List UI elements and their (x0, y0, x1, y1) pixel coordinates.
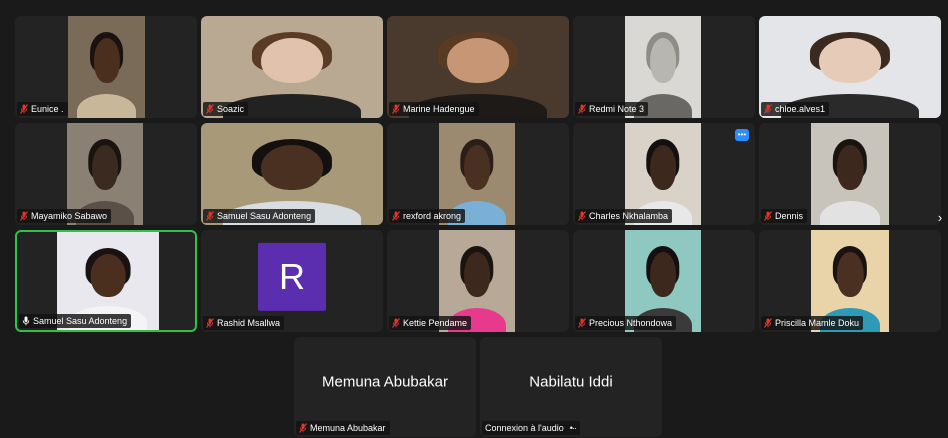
chevron-right-icon: › (937, 209, 943, 225)
participant-name: Marine Hadengue (403, 104, 475, 114)
muted-mic-icon (764, 318, 772, 328)
participant-nametag: chloe.alves1 (761, 102, 830, 116)
participant-nametag: Dennis (761, 209, 808, 223)
participant-nametag: rexford akrong (389, 209, 466, 223)
participant-name: Eunice . (31, 104, 64, 114)
muted-mic-icon (578, 211, 586, 221)
mic-icon (22, 316, 30, 326)
participant-tile[interactable]: Memuna Abubakar Memuna Abubakar (294, 337, 476, 437)
participant-name: Memuna Abubakar (310, 423, 386, 433)
participant-video (811, 123, 889, 225)
person-head (447, 38, 509, 84)
participant-name: Soazic (217, 104, 245, 114)
person-head (92, 145, 118, 191)
participant-nametag: Mayamiko Sabawo (17, 209, 112, 223)
participant-nametag: Rashid Msallwa (203, 316, 285, 330)
participant-video (68, 16, 145, 118)
person-head (464, 252, 490, 298)
participant-name: Rashid Msallwa (217, 318, 281, 328)
participant-name: Redmi Note 3 (589, 104, 645, 114)
participant-name: Samuel Sasu Adonteng (217, 211, 312, 221)
participant-nametag: Redmi Note 3 (575, 102, 649, 116)
person-head (261, 38, 323, 84)
participant-name: Precious Nthondowa (589, 318, 673, 328)
muted-mic-icon (299, 423, 307, 433)
person-head (650, 145, 676, 191)
participant-tile[interactable]: Nabilatu Iddi Connexion à l'audio •·· (480, 337, 662, 437)
participant-name: Kettie Pendame (403, 318, 468, 328)
muted-mic-icon (20, 211, 28, 221)
participant-nametag: Samuel Sasu Adonteng (19, 314, 132, 328)
participant-nametag: Marine Hadengue (389, 102, 479, 116)
muted-mic-icon (578, 104, 586, 114)
participant-tile[interactable]: Soazic (201, 16, 383, 118)
muted-mic-icon (206, 318, 214, 328)
participant-nametag: Samuel Sasu Adonteng (203, 209, 316, 223)
participant-name: Connexion à l'audio (485, 423, 564, 433)
participant-nametag: Charles Nkhalamba (575, 209, 673, 223)
connecting-dots-icon: •·· (569, 423, 577, 433)
muted-mic-icon (392, 318, 400, 328)
person-head (93, 38, 120, 84)
video-gallery: Eunice . Soazic Marine Hadengue Redmi Note … (0, 0, 948, 438)
participant-name: Charles Nkhalamba (589, 211, 669, 221)
muted-mic-icon (764, 104, 772, 114)
muted-mic-icon (764, 211, 772, 221)
participant-tile[interactable]: Charles Nkhalamba ••• (573, 123, 755, 225)
muted-mic-icon (20, 104, 28, 114)
person-head (261, 145, 323, 191)
participant-tile[interactable]: chloe.alves1 (759, 16, 941, 118)
muted-mic-icon (392, 104, 400, 114)
participant-nametag: Connexion à l'audio •·· (482, 421, 580, 435)
person-head (836, 252, 864, 298)
participant-tile[interactable]: Precious Nthondowa (573, 230, 755, 332)
participant-name: Dennis (775, 211, 804, 221)
participant-tile[interactable]: Dennis (759, 123, 941, 225)
participant-nametag: Kettie Pendame (389, 316, 472, 330)
participant-name: Samuel Sasu Adonteng (33, 316, 128, 326)
person-head (90, 253, 126, 297)
muted-mic-icon (206, 211, 214, 221)
participant-name: rexford akrong (403, 211, 462, 221)
participant-tile[interactable]: R Rashid Msallwa (201, 230, 383, 332)
next-page-button[interactable]: › (934, 208, 946, 226)
participant-tile[interactable]: Priscilla Mamle Doku (759, 230, 941, 332)
participant-tile[interactable]: Mayamiko Sabawo (15, 123, 197, 225)
muted-mic-icon (392, 211, 400, 221)
participant-nametag: Eunice . (17, 102, 68, 116)
person-head (650, 252, 676, 298)
participant-tile[interactable]: Marine Hadengue (387, 16, 569, 118)
participant-tile[interactable]: Redmi Note 3 (573, 16, 755, 118)
participant-nametag: Precious Nthondowa (575, 316, 677, 330)
participant-name: Priscilla Mamle Doku (775, 318, 860, 328)
participant-tile[interactable]: Samuel Sasu Adonteng (201, 123, 383, 225)
participant-name: Mayamiko Sabawo (31, 211, 108, 221)
participant-tile[interactable]: Eunice . (15, 16, 197, 118)
muted-mic-icon (206, 104, 214, 114)
participant-nametag: Memuna Abubakar (296, 421, 390, 435)
muted-mic-icon (578, 318, 586, 328)
person-head (819, 38, 881, 84)
participant-tile[interactable]: Kettie Pendame (387, 230, 569, 332)
participant-tile[interactable]: Samuel Sasu Adonteng (15, 230, 197, 332)
person-head (836, 145, 864, 191)
more-options-icon[interactable]: ••• (735, 129, 749, 141)
participant-tile[interactable]: rexford akrong (387, 123, 569, 225)
participant-display-name: Nabilatu Iddi (529, 373, 613, 391)
participant-nametag: Soazic (203, 102, 249, 116)
person-head (650, 38, 676, 84)
participant-display-name: Memuna Abubakar (322, 373, 448, 391)
person-head (464, 145, 490, 191)
avatar: R (258, 242, 326, 311)
participant-nametag: Priscilla Mamle Doku (761, 316, 864, 330)
participant-name: chloe.alves1 (775, 104, 826, 114)
